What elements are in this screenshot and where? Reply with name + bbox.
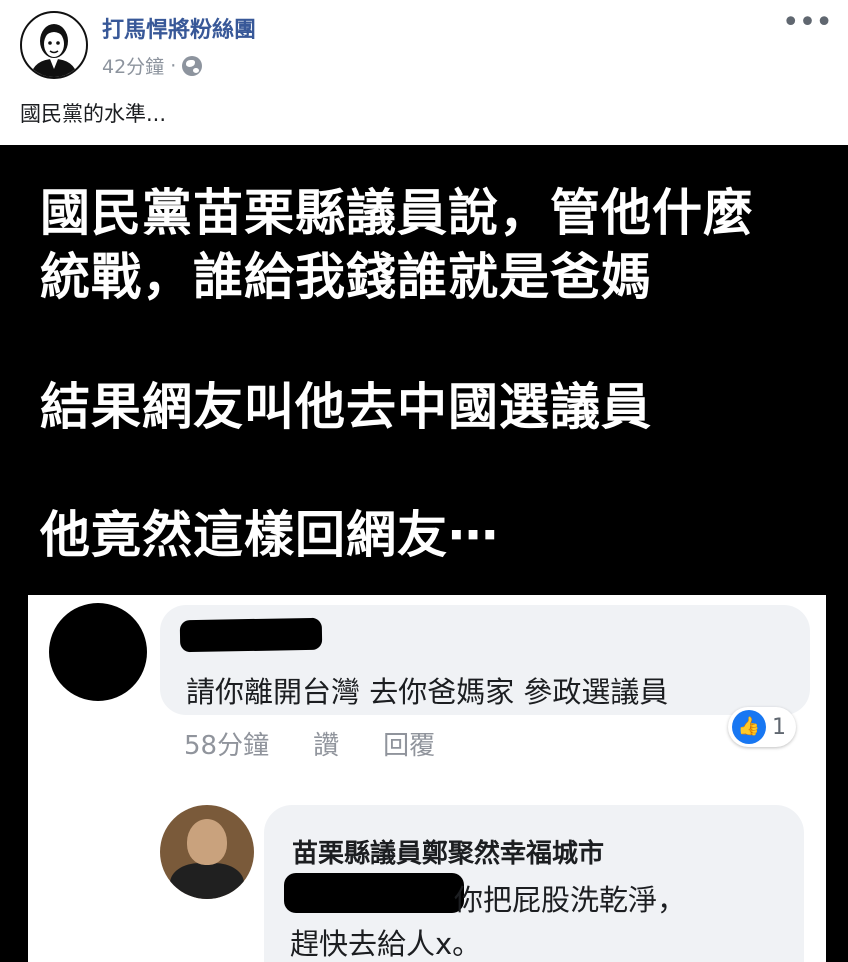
meme-line-1: 國民黨苗栗縣議員說，管他什麼 bbox=[40, 184, 754, 242]
meme-line-2: 統戰，誰給我錢誰就是爸媽 bbox=[40, 248, 652, 306]
meme-line-4: 他竟然這樣回網友⋯ bbox=[40, 506, 499, 564]
reply-bubble: 苗栗縣議員鄭聚然幸福城市 你把屁股洗乾淨， 趕快去給人x。 bbox=[264, 805, 804, 962]
reply-text-line-2: 趕快去給人x。 bbox=[290, 927, 482, 961]
reaction-badge: 👍 1 bbox=[728, 707, 796, 747]
comment-actions: 58分鐘 讚 回覆 bbox=[184, 725, 435, 762]
redacted-mention bbox=[284, 873, 464, 913]
reply-author-avatar bbox=[160, 805, 254, 899]
comment-bubble: 請你離開台灣 去你爸媽家 參政選議員 bbox=[160, 605, 810, 715]
redacted-name bbox=[179, 617, 323, 653]
like-reaction-icon: 👍 bbox=[732, 710, 766, 744]
post-time[interactable]: 42分鐘 bbox=[102, 52, 164, 79]
page-avatar[interactable] bbox=[20, 11, 88, 79]
comment-text: 請你離開台灣 去你爸媽家 參政選議員 bbox=[186, 675, 669, 709]
avatar-body bbox=[170, 863, 244, 899]
post-text: 國民黨的水準... bbox=[20, 102, 167, 126]
comment-reply-link: 回覆 bbox=[383, 731, 436, 761]
comment-like-link: 讚 bbox=[313, 731, 340, 761]
page-name-link[interactable]: 打馬悍將粉絲團 bbox=[102, 12, 256, 44]
reply-text-line-1: 你把屁股洗乾淨， bbox=[454, 883, 687, 917]
meme-line-3: 結果網友叫他去中國選議員 bbox=[40, 378, 652, 436]
post-image[interactable]: 國民黨苗栗縣議員說，管他什麼 統戰，誰給我錢誰就是爸媽 結果網友叫他去中國選議員… bbox=[0, 145, 848, 962]
reaction-count: 1 bbox=[772, 714, 786, 740]
avatar-face bbox=[187, 819, 227, 865]
post-header: 打馬悍將粉絲團 42分鐘 · ••• 國民黨的水準... bbox=[0, 0, 848, 145]
globe-icon bbox=[182, 55, 203, 76]
comment-screenshot: 請你離開台灣 去你爸媽家 參政選議員 👍 1 58分鐘 讚 回覆 苗栗縣議員鄭聚… bbox=[28, 595, 826, 962]
more-options-icon[interactable]: ••• bbox=[782, 8, 833, 38]
comment-time: 58分鐘 bbox=[184, 731, 270, 761]
post-meta: 42分鐘 · bbox=[102, 52, 203, 79]
meta-separator: · bbox=[170, 54, 177, 77]
commenter-avatar-redacted bbox=[49, 603, 147, 701]
reply-author-name: 苗栗縣議員鄭聚然幸福城市 bbox=[292, 839, 605, 869]
